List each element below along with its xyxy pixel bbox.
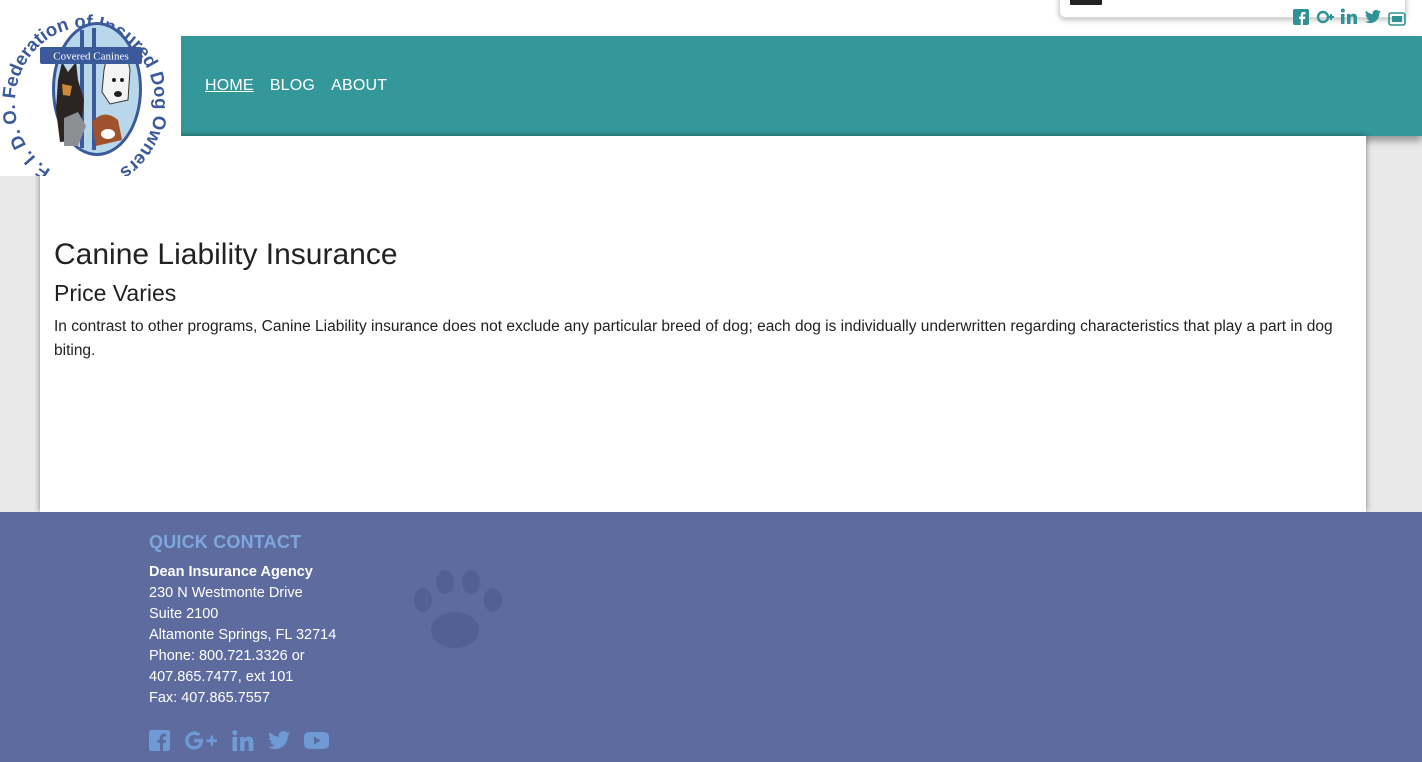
fax-number: Fax: 407.865.7557 xyxy=(149,690,270,706)
nav-home-link[interactable]: HOME xyxy=(205,77,254,95)
facebook-icon[interactable] xyxy=(1292,6,1310,26)
google-plus-icon[interactable] xyxy=(1316,6,1334,26)
facebook-icon[interactable] xyxy=(149,730,170,751)
google-plus-icon[interactable] xyxy=(184,730,218,751)
linkedin-icon[interactable] xyxy=(232,730,254,751)
footer-social-links xyxy=(149,730,336,751)
main-content: Canine Liability Insurance Price Varies … xyxy=(40,136,1366,512)
twitter-icon[interactable] xyxy=(1364,6,1382,26)
phone-number-alt[interactable]: 407.865.7477, ext 101 xyxy=(149,667,336,688)
nav-blog-link[interactable]: BLOG xyxy=(270,77,315,95)
page-title: Canine Liability Insurance xyxy=(54,238,398,271)
logo-banner-text: Covered Canines xyxy=(53,51,128,63)
nav-menu: HOME BLOG ABOUT xyxy=(205,77,387,95)
youtube-icon[interactable] xyxy=(304,730,329,751)
twitter-icon[interactable] xyxy=(268,730,290,751)
price-subtitle: Price Varies xyxy=(54,280,177,306)
site-logo[interactable]: F. I. D. O. Federation of Insured Dog Ow… xyxy=(0,0,181,176)
product-description: In contrast to other programs, Canine Li… xyxy=(54,318,1333,359)
youtube-icon[interactable] xyxy=(1388,6,1406,26)
address-city: Altamonte Springs, FL 32714 xyxy=(149,627,337,643)
agency-name: Dean Insurance Agency xyxy=(149,564,313,580)
main-navbar: HOME BLOG ABOUT xyxy=(0,36,1422,136)
address-line-1: 230 N Westmonte Drive xyxy=(149,585,303,601)
paw-print-icon xyxy=(414,570,502,648)
quick-contact: QUICK CONTACT Dean Insurance Agency 230 … xyxy=(149,532,336,751)
nav-about-link[interactable]: ABOUT xyxy=(331,77,387,95)
phone-number[interactable]: Phone: 800.721.3326 or xyxy=(149,646,336,667)
popup-thumbnail xyxy=(1070,0,1102,5)
linkedin-icon[interactable] xyxy=(1340,6,1358,26)
quick-contact-heading: QUICK CONTACT xyxy=(149,532,302,552)
site-footer: QUICK CONTACT Dean Insurance Agency 230 … xyxy=(0,512,1422,762)
header-social-links xyxy=(1292,6,1406,26)
address-line-2: Suite 2100 xyxy=(149,606,219,622)
